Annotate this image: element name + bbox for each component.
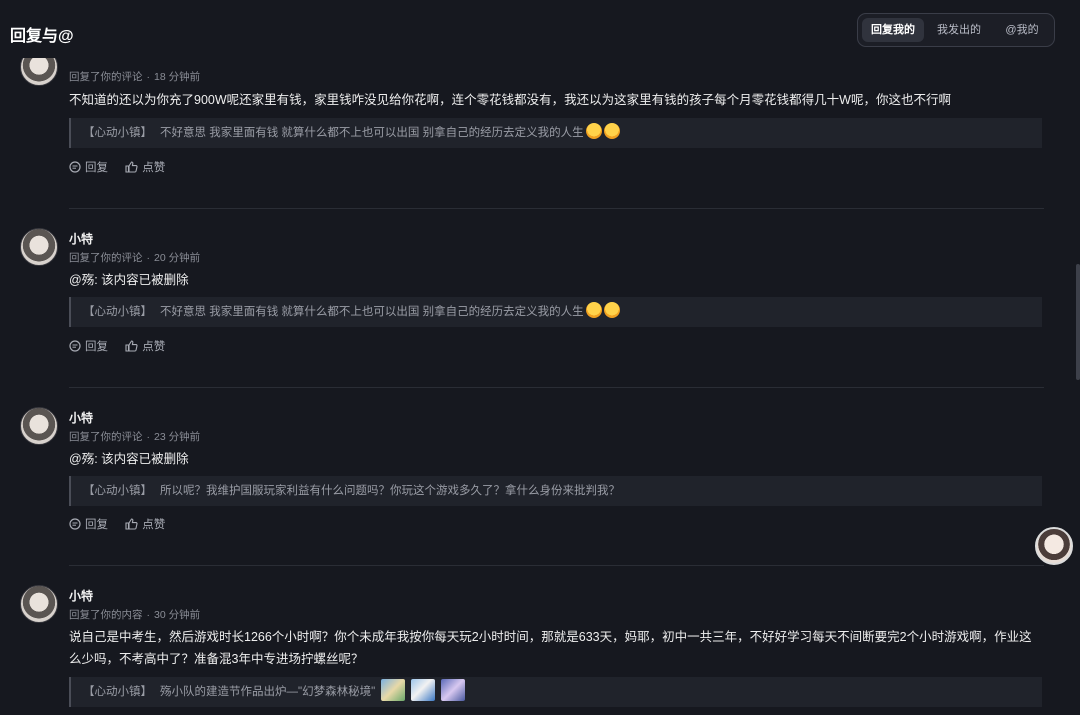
- action-text: 回复了你的评论: [69, 431, 143, 443]
- thumbnail-image[interactable]: [411, 679, 436, 701]
- thumbnail-image[interactable]: [441, 679, 466, 701]
- reply-button[interactable]: 回复: [69, 159, 108, 175]
- quote-text: 所以呢？我维护国服玩家利益有什么问题吗？你玩这个游戏多久了？拿什么身份来批判我？: [160, 485, 620, 497]
- timestamp: 23 分钟前: [154, 431, 201, 443]
- like-button[interactable]: 点赞: [125, 516, 165, 532]
- username[interactable]: 小特: [69, 409, 93, 426]
- thumbs-up-icon: [125, 518, 138, 530]
- comment-actions: 回复 点赞: [69, 516, 179, 532]
- reply-label: 回复: [85, 162, 108, 174]
- divider: [69, 208, 1044, 209]
- crying-emoji-icon: [603, 302, 620, 318]
- comment-meta: 回复了你的评论 · 18 分钟前: [69, 71, 201, 83]
- thumbnail-image[interactable]: [381, 679, 406, 701]
- like-label: 点赞: [142, 162, 166, 174]
- crying-emoji-icon: [603, 123, 620, 139]
- timestamp: 30 分钟前: [154, 609, 201, 621]
- reply-label: 回复: [85, 341, 108, 353]
- page-title: 回复与@: [10, 28, 74, 45]
- username[interactable]: 小特: [69, 587, 93, 604]
- quoted-comment[interactable]: 【心动小镇】 所以呢？我维护国服玩家利益有什么问题吗？你玩这个游戏多久了？拿什么身…: [69, 476, 1042, 506]
- reply-button[interactable]: 回复: [69, 338, 108, 354]
- avatar[interactable]: [20, 585, 58, 623]
- like-button[interactable]: 点赞: [125, 159, 165, 175]
- quoted-comment[interactable]: 【心动小镇】 不好意思 我家里面有钱 就算什么都不上也可以出国 别拿自己的经历去定…: [69, 297, 1042, 327]
- quote-text: 不好意思 我家里面有钱 就算什么都不上也可以出国 别拿自己的经历去定义我的人生: [160, 306, 584, 318]
- quoted-comment[interactable]: 【心动小镇】 不好意思 我家里面有钱 就算什么都不上也可以出国 别拿自己的经历去定…: [69, 118, 1042, 148]
- avatar[interactable]: [20, 407, 58, 445]
- timestamp: 18 分钟前: [154, 71, 201, 83]
- action-text: 回复了你的评论: [69, 71, 143, 83]
- comment-actions: 回复 点赞: [69, 159, 179, 175]
- divider: [69, 387, 1044, 388]
- comment-text: 说自己是中考生，然后游戏时长1266个小时啊？你个未成年我按你每天玩2小时时间，…: [69, 630, 1032, 666]
- tab-bar: 回复我的 我发出的 @我的: [857, 13, 1055, 47]
- username[interactable]: 小特: [69, 230, 93, 247]
- thumbs-up-icon: [125, 161, 138, 173]
- comment-meta: 回复了你的评论 · 23 分钟前: [69, 431, 201, 443]
- quote-text: 殇小队的建造节作品出炉—"幻梦森林秘境": [160, 686, 376, 698]
- comment-meta: 回复了你的内容 · 30 分钟前: [69, 609, 201, 621]
- thumbs-up-icon: [125, 340, 138, 352]
- tab-mentions[interactable]: @我的: [994, 18, 1050, 42]
- quote-source: 【心动小镇】: [83, 306, 152, 318]
- reply-list: 回复了你的评论 · 18 分钟前 不知道的还以为你充了900W呢还家里有钱，家里钱咋…: [0, 0, 1080, 715]
- reply-icon: [69, 161, 81, 173]
- reply-icon: [69, 340, 81, 352]
- action-text: 回复了你的内容: [69, 609, 143, 621]
- scrollbar[interactable]: [1076, 264, 1080, 380]
- reply-button[interactable]: 回复: [69, 516, 108, 532]
- comment-actions: 回复 点赞: [69, 338, 179, 354]
- action-text: 回复了你的评论: [69, 252, 143, 264]
- quoted-content[interactable]: 【心动小镇】 殇小队的建造节作品出炉—"幻梦森林秘境": [69, 677, 1042, 707]
- crying-emoji-icon: [585, 302, 602, 318]
- comment-text: @殇: 该内容已被删除: [69, 273, 189, 287]
- like-label: 点赞: [142, 519, 166, 531]
- quote-text: 不好意思 我家里面有钱 就算什么都不上也可以出国 别拿自己的经历去定义我的人生: [160, 127, 584, 139]
- comment-text: @殇: 该内容已被删除: [69, 452, 189, 466]
- like-label: 点赞: [142, 341, 166, 353]
- like-button[interactable]: 点赞: [125, 338, 165, 354]
- comment-meta: 回复了你的评论 · 20 分钟前: [69, 252, 201, 264]
- avatar[interactable]: [20, 228, 58, 266]
- reply-label: 回复: [85, 519, 108, 531]
- tab-sent-by-me[interactable]: 我发出的: [928, 18, 990, 42]
- timestamp: 20 分钟前: [154, 252, 201, 264]
- floating-assistant-avatar[interactable]: [1035, 527, 1073, 565]
- page-header: 回复与@ 回复我的 我发出的 @我的: [0, 0, 1080, 58]
- reply-icon: [69, 518, 81, 530]
- comment-text: 不知道的还以为你充了900W呢还家里有钱，家里钱咋没见给你花啊，连个零花钱都没有…: [69, 93, 951, 107]
- quote-source: 【心动小镇】: [83, 686, 152, 698]
- quote-source: 【心动小镇】: [83, 485, 152, 497]
- crying-emoji-icon: [585, 123, 602, 139]
- divider: [69, 565, 1044, 566]
- quote-source: 【心动小镇】: [83, 127, 152, 139]
- tab-replies-to-me[interactable]: 回复我的: [862, 18, 924, 42]
